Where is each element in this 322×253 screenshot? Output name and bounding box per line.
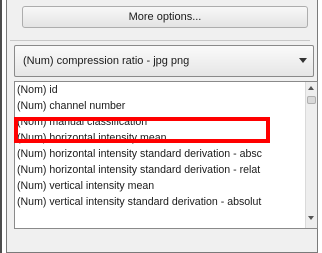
more-options-button[interactable]: More options... [22,6,308,28]
window-edge [0,0,2,253]
list-scrollbar[interactable] [305,82,317,228]
feature-list: (Nom) id (Num) channel number (Nom) manu… [15,82,305,210]
highlight-annotation-box [14,117,270,143]
separator [10,40,310,41]
list-item[interactable]: (Num) channel number [15,98,305,114]
list-item[interactable]: (Num) horizontal intensity standard deri… [15,162,305,178]
scroll-up-arrow-icon[interactable] [308,86,314,90]
feature-combobox[interactable]: (Num) compression ratio - jpg png [14,45,314,77]
chevron-down-icon[interactable] [299,58,307,63]
feature-listbox[interactable]: (Nom) id (Num) channel number (Nom) manu… [14,81,318,229]
list-item[interactable]: (Num) vertical intensity mean [15,178,305,194]
combobox-selected-value: (Num) compression ratio - jpg png [23,55,190,67]
list-item[interactable]: (Num) vertical intensity standard deriva… [15,194,305,210]
list-item[interactable]: (Num) horizontal intensity standard deri… [15,146,305,162]
list-item[interactable]: (Nom) id [15,82,305,98]
scroll-thumb[interactable] [307,96,316,104]
scroll-down-arrow-icon[interactable] [308,216,314,220]
